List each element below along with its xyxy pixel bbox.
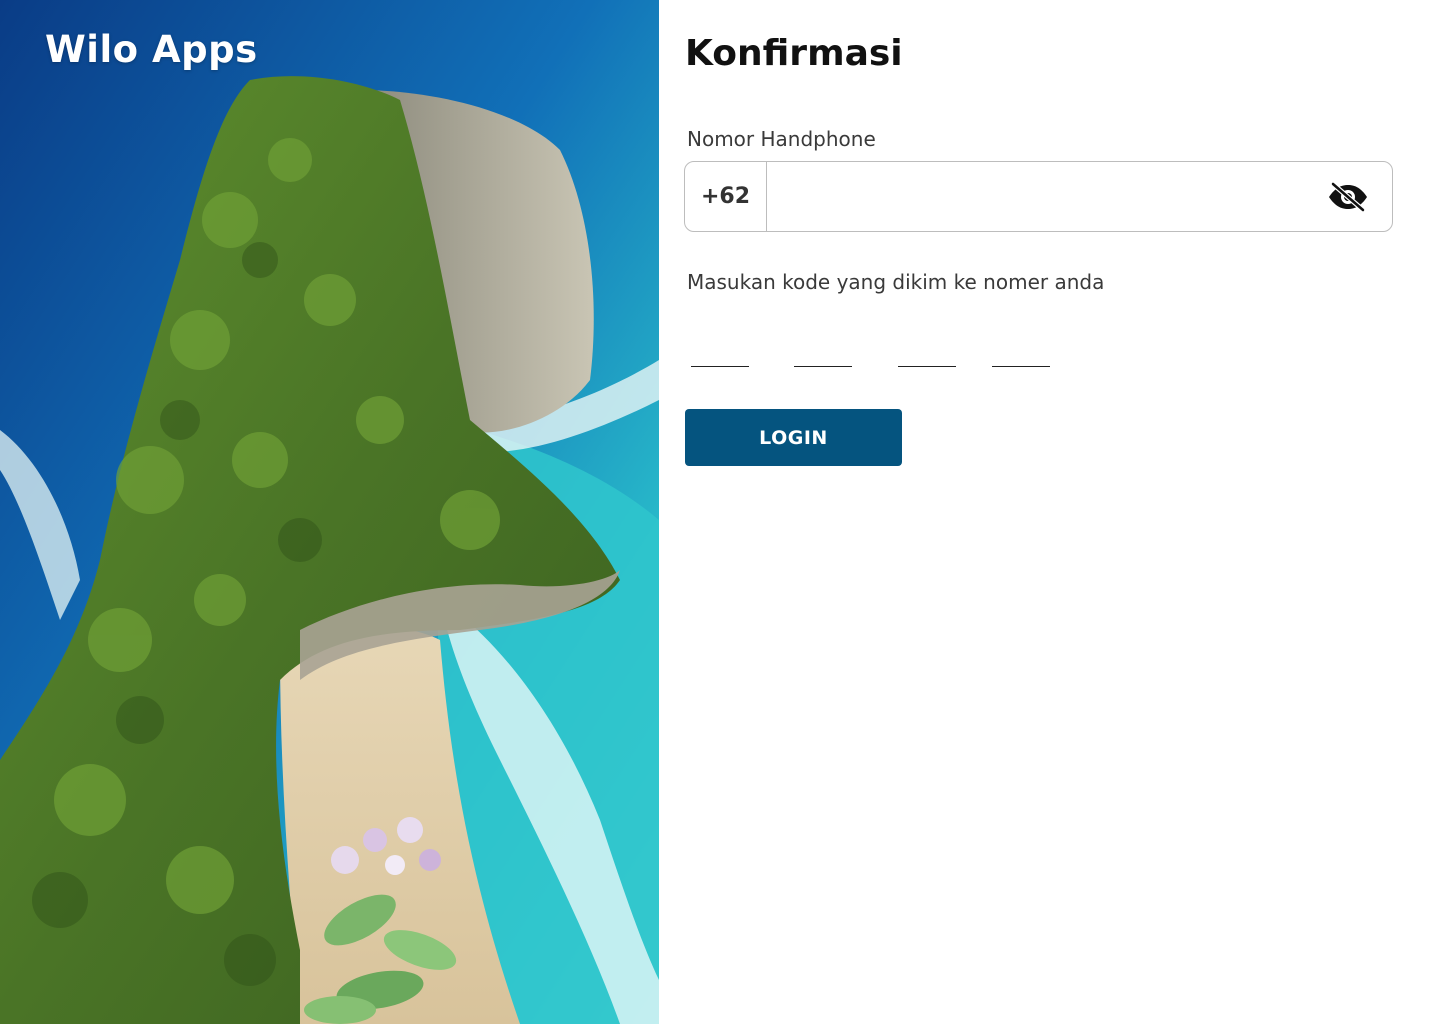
phone-field: +62 <box>684 161 1393 232</box>
hero-image <box>0 0 659 1024</box>
phone-label: Nomor Handphone <box>687 127 876 151</box>
hero-panel: Wilo Apps <box>0 0 659 1024</box>
otp-digit-3[interactable] <box>898 330 956 367</box>
country-code-prefix[interactable]: +62 <box>685 162 767 231</box>
verification-code-label: Masukan kode yang dikim ke nomer anda <box>687 270 1105 294</box>
app-logo-text: Wilo Apps <box>45 28 258 71</box>
confirmation-form: Konfirmasi Nomor Handphone +62 Masukan k… <box>659 0 1440 1024</box>
login-button[interactable]: LOGIN <box>685 409 902 466</box>
otp-digit-4[interactable] <box>992 330 1050 367</box>
page-title: Konfirmasi <box>685 33 903 74</box>
login-confirmation-page: Wilo Apps Konfirmasi Nomor Handphone +62… <box>0 0 1440 1024</box>
phone-input[interactable] <box>767 162 1326 231</box>
eye-slash-icon[interactable] <box>1326 179 1370 215</box>
otp-digit-2[interactable] <box>794 330 852 367</box>
otp-digit-1[interactable] <box>691 330 749 367</box>
